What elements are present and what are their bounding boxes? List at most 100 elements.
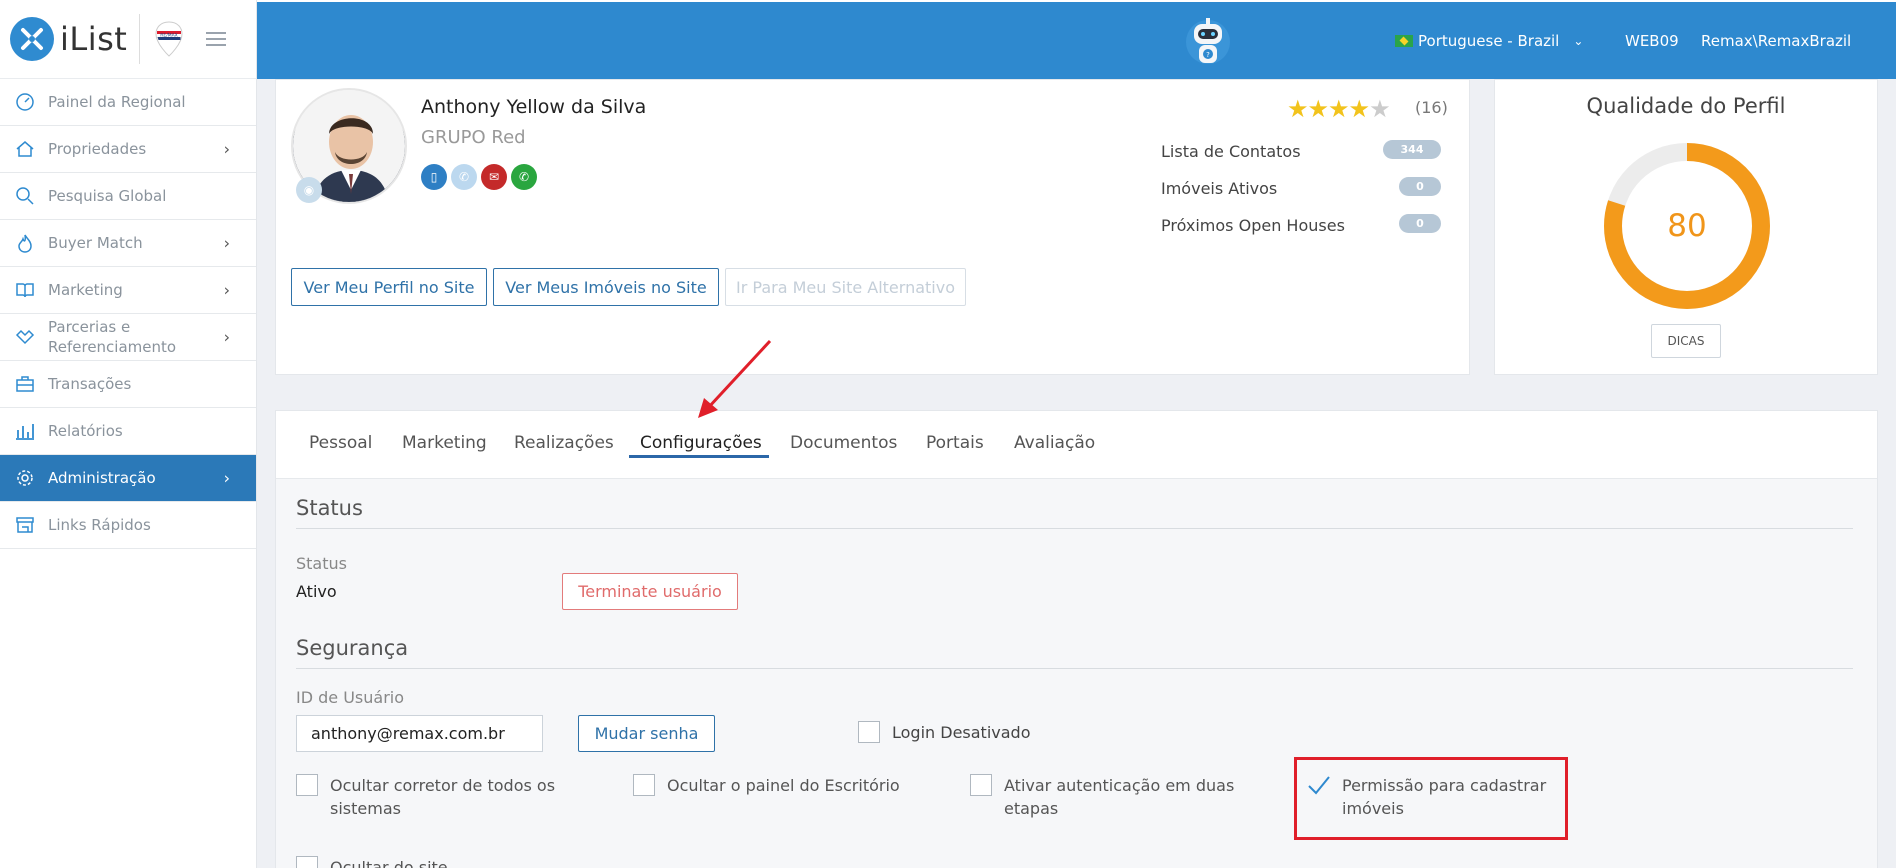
dashboard-gauge-icon bbox=[14, 91, 36, 113]
user-id-label: ID de Usuário bbox=[296, 688, 405, 707]
robot-assistant-icon[interactable]: ? bbox=[1185, 12, 1231, 72]
rating-stars: ★★★★★ bbox=[1287, 95, 1391, 123]
checkbox-label: Ocultar do site bbox=[330, 858, 448, 868]
language-selector[interactable]: Portuguese - Brazil ⌄ bbox=[1395, 32, 1583, 50]
tips-button[interactable]: DICAS bbox=[1651, 324, 1721, 358]
ilist-logo-icon[interactable] bbox=[10, 17, 54, 61]
gear-icon bbox=[14, 467, 36, 489]
top-bar: ? Portuguese - Brazil ⌄ WEB09 Remax\Rema… bbox=[257, 0, 1896, 79]
stat-badge: 344 bbox=[1383, 140, 1441, 159]
sidebar: iList RE/MAX Painel da Regional Proprieda… bbox=[0, 0, 257, 868]
bar-chart-icon bbox=[14, 420, 36, 442]
change-password-button[interactable]: Mudar senha bbox=[578, 715, 715, 752]
tab-realizacoes[interactable]: Realizações bbox=[514, 433, 614, 453]
chevron-right-icon: › bbox=[223, 139, 230, 159]
brazil-flag-icon bbox=[1395, 35, 1413, 47]
sidebar-item-administracao[interactable]: Administração › bbox=[0, 455, 256, 502]
checkbox-box[interactable] bbox=[970, 774, 992, 796]
alt-site-button[interactable]: Ir Para Meu Site Alternativo bbox=[725, 268, 966, 306]
sidebar-item-pesquisa-global[interactable]: Pesquisa Global bbox=[0, 173, 256, 220]
sidebar-item-propriedades[interactable]: Propriedades › bbox=[0, 126, 256, 173]
profile-group: GRUPO Red bbox=[421, 127, 526, 148]
sidebar-item-label: Transações bbox=[48, 375, 132, 393]
sidebar-item-buyer-match[interactable]: Buyer Match › bbox=[0, 220, 256, 267]
checkbox-box[interactable] bbox=[633, 774, 655, 796]
terminate-user-button[interactable]: Terminate usuário bbox=[562, 573, 738, 610]
logo-text: iList bbox=[60, 20, 128, 58]
view-listings-site-button[interactable]: Ver Meus Imóveis no Site bbox=[493, 268, 719, 306]
checkbox-box[interactable] bbox=[296, 774, 318, 796]
two-factor-auth-checkbox[interactable]: Ativar autenticação em duas etapas bbox=[970, 774, 1234, 820]
security-section-title: Segurança bbox=[296, 636, 409, 660]
remax-badge-text: RE/MAX bbox=[161, 33, 179, 39]
tab-bar: Pessoal Marketing Realizações Configuraç… bbox=[276, 411, 1877, 479]
chevron-right-icon: › bbox=[223, 327, 230, 347]
stat-label: Lista de Contatos bbox=[1161, 142, 1301, 161]
sidebar-item-label-wrap: Parcerias e Referenciamento bbox=[48, 317, 176, 357]
hide-broker-all-systems-checkbox[interactable]: Ocultar corretor de todos os sistemas bbox=[296, 774, 555, 820]
briefcase-icon bbox=[14, 373, 36, 395]
logo-divider bbox=[139, 14, 141, 64]
office-code[interactable]: WEB09 bbox=[1625, 32, 1679, 50]
stat-contacts: Lista de Contatos 344 bbox=[1161, 140, 1441, 161]
profile-card: ◉ Anthony Yellow da Silva GRUPO Red ▯ ✆ … bbox=[275, 79, 1470, 375]
whatsapp-icon[interactable]: ✆ bbox=[511, 164, 537, 190]
tab-pessoal[interactable]: Pessoal bbox=[309, 433, 372, 453]
sidebar-item-parcerias-e[interactable]: Parcerias e Referenciamento › bbox=[0, 314, 256, 361]
phone-icon[interactable]: ✆ bbox=[451, 164, 477, 190]
status-label: Status bbox=[296, 554, 347, 573]
stat-active-listings: Imóveis Ativos 0 bbox=[1161, 177, 1441, 198]
checkbox-label-line2: sistemas bbox=[330, 799, 401, 818]
book-open-icon bbox=[14, 279, 36, 301]
login-disabled-checkbox[interactable]: Login Desativado bbox=[858, 721, 1031, 744]
checkbox-box[interactable] bbox=[858, 721, 880, 743]
email-icon[interactable]: ✉ bbox=[481, 164, 507, 190]
tab-portais[interactable]: Portais bbox=[926, 433, 984, 453]
star-icon: ★ bbox=[1307, 95, 1329, 123]
star-icon: ★ bbox=[1348, 95, 1370, 123]
sidebar-item-label: Marketing bbox=[48, 281, 123, 299]
sidebar-item-label: Propriedades bbox=[48, 140, 147, 158]
sidebar-item-painel-da-regional[interactable]: Painel da Regional bbox=[0, 79, 256, 126]
camera-icon[interactable]: ◉ bbox=[296, 177, 322, 203]
settings-card: Pessoal Marketing Realizações Configuraç… bbox=[275, 410, 1878, 868]
tab-documentos[interactable]: Documentos bbox=[790, 433, 897, 453]
chevron-right-icon: › bbox=[223, 280, 230, 300]
sidebar-item-relatorios[interactable]: Relatórios bbox=[0, 408, 256, 455]
flame-icon bbox=[14, 232, 36, 254]
hide-office-panel-checkbox[interactable]: Ocultar o painel do Escritório bbox=[633, 774, 900, 797]
sidebar-item-marketing[interactable]: Marketing › bbox=[0, 267, 256, 314]
star-icon: ★ bbox=[1369, 95, 1390, 123]
checkbox-label-line2: etapas bbox=[1004, 799, 1059, 818]
logo-area: iList RE/MAX bbox=[0, 0, 256, 79]
contact-icons: ▯ ✆ ✉ ✆ bbox=[421, 164, 537, 190]
checkbox-label: Ocultar corretor de todos os sistemas bbox=[330, 774, 555, 820]
sidebar-item-transacoes[interactable]: Transações bbox=[0, 361, 256, 408]
mobile-phone-icon[interactable]: ▯ bbox=[421, 164, 447, 190]
view-profile-site-button[interactable]: Ver Meu Perfil no Site bbox=[291, 268, 487, 306]
stat-badge: 0 bbox=[1399, 177, 1441, 196]
sidebar-item-links-rapidos[interactable]: Links Rápidos bbox=[0, 502, 256, 549]
stat-open-houses: Próximos Open Houses 0 bbox=[1161, 214, 1441, 235]
sidebar-item-label: Pesquisa Global bbox=[48, 187, 167, 205]
tab-configuracoes[interactable]: Configurações bbox=[640, 433, 762, 453]
checkbox-box[interactable] bbox=[296, 856, 318, 868]
tab-marketing[interactable]: Marketing bbox=[402, 433, 487, 453]
checkbox-label-line1: Ativar autenticação em duas bbox=[1004, 776, 1235, 795]
user-account[interactable]: Remax\RemaxBrazil bbox=[1701, 32, 1851, 50]
quality-title: Qualidade do Perfil bbox=[1586, 94, 1786, 118]
sidebar-item-label: Administração bbox=[48, 469, 156, 487]
storefront-icon bbox=[14, 514, 36, 536]
hamburger-menu-icon[interactable] bbox=[206, 28, 227, 50]
sidebar-nav: Painel da Regional Propriedades › Pesquisa … bbox=[0, 79, 256, 549]
status-value: Ativo bbox=[296, 582, 337, 601]
section-divider bbox=[296, 668, 1853, 669]
language-label: Portuguese - Brazil bbox=[1418, 32, 1560, 50]
tab-avaliacao[interactable]: Avaliação bbox=[1014, 433, 1095, 453]
user-id-field[interactable] bbox=[296, 715, 543, 752]
remax-balloon-icon: RE/MAX bbox=[155, 21, 183, 57]
star-icon: ★ bbox=[1328, 95, 1349, 123]
hide-from-site-checkbox[interactable]: Ocultar do site bbox=[296, 856, 448, 868]
handshake-icon bbox=[14, 326, 36, 348]
stat-badge: 0 bbox=[1399, 214, 1441, 233]
